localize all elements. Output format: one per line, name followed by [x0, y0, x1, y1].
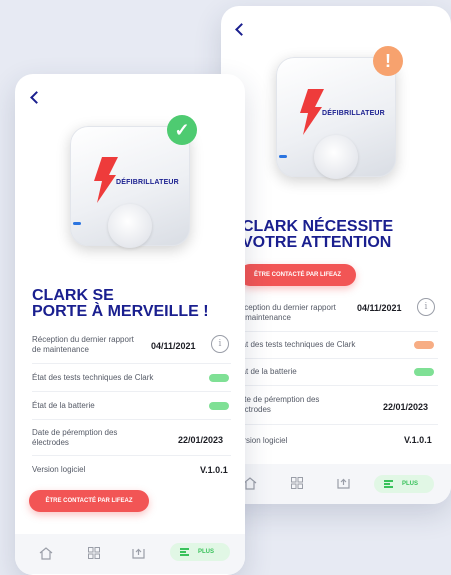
divider [32, 455, 231, 456]
more-label: PLUS [402, 481, 419, 487]
battery-status-ok [414, 368, 434, 376]
headline-line2: VOTRE ATTENTION [242, 234, 392, 251]
home-icon[interactable] [243, 477, 257, 490]
document-arrow-icon[interactable] [132, 546, 145, 559]
contact-lifeaz-button[interactable]: ÊTRE CONTACTÉ PAR LIFEAZ [239, 264, 356, 286]
divider [234, 424, 438, 425]
divider [32, 419, 231, 420]
technical-tests-label: État des tests techniques de Clark [32, 373, 154, 382]
divider [234, 358, 438, 359]
divider [32, 363, 231, 364]
contact-lifeaz-button[interactable]: ÊTRE CONTACTÉ PAR LIFEAZ [29, 490, 149, 512]
lightning-bolt-icon [94, 157, 118, 203]
back-chevron-icon[interactable] [235, 23, 248, 36]
software-version-value: V.1.0.1 [404, 435, 432, 445]
maintenance-report-value: 04/11/2021 [151, 341, 196, 351]
maintenance-report-label: Réception du dernier rapport de maintena… [32, 335, 134, 354]
battery-label: État de la batterie [32, 401, 95, 410]
battery-status-ok [209, 402, 229, 410]
info-icon[interactable]: i [211, 335, 229, 353]
lightning-bolt-icon [300, 89, 324, 135]
divider [234, 331, 438, 332]
device-dial [314, 135, 358, 179]
divider [234, 385, 438, 386]
menu-lines-icon [180, 548, 189, 556]
info-icon[interactable]: i [417, 298, 435, 316]
divider [32, 391, 231, 392]
bottom-navigation: PLUS [15, 534, 245, 574]
software-version-label: Version logiciel [32, 465, 86, 474]
menu-lines-icon [384, 480, 393, 488]
device-label: DÉFIBRILLATEUR [322, 110, 385, 117]
grid-icon[interactable] [88, 547, 100, 559]
more-menu-button[interactable]: PLUS [170, 543, 230, 561]
more-label: PLUS [198, 549, 215, 555]
technical-tests-status-warning [414, 341, 434, 349]
electrodes-expiry-label: Date de péremption des électrodes [234, 395, 320, 414]
headline-line1: CLARK NÉCESSITE [242, 218, 394, 235]
grid-icon[interactable] [291, 477, 303, 489]
back-phone-screen: DÉFIBRILLATEUR ! CLARK NÉCESSITE VOTRE A… [221, 6, 451, 504]
front-phone-screen: DÉFIBRILLATEUR ✓ CLARK SE PORTE À MERVEI… [15, 74, 245, 575]
headline-line1: CLARK SE [32, 287, 114, 304]
technical-tests-label: État des tests techniques de Clark [234, 340, 356, 349]
maintenance-report-value: 04/11/2021 [357, 303, 402, 313]
software-version-label: Version logiciel [234, 436, 288, 445]
home-icon[interactable] [39, 547, 53, 560]
device-label: DÉFIBRILLATEUR [116, 179, 179, 186]
bottom-navigation: PLUS [221, 464, 451, 504]
headline-line2: PORTE À MERVEILLE ! [32, 303, 209, 320]
device-led [279, 155, 287, 158]
more-menu-button[interactable]: PLUS [374, 475, 434, 493]
battery-label: État de la batterie [234, 367, 297, 376]
device-led [73, 222, 81, 225]
electrodes-expiry-label: Date de péremption des électrodes [32, 428, 118, 447]
back-chevron-icon[interactable] [30, 91, 43, 104]
maintenance-report-label: Réception du dernier rapport de maintena… [234, 303, 336, 322]
defibrillator-device-image: DÉFIBRILLATEUR [70, 126, 190, 248]
electrodes-expiry-value: 22/01/2023 [178, 435, 224, 445]
check-badge-icon: ✓ [167, 115, 197, 145]
warning-badge-icon: ! [373, 46, 403, 76]
document-arrow-icon[interactable] [337, 476, 350, 489]
technical-tests-status-ok [209, 374, 229, 382]
electrodes-expiry-value: 22/01/2023 [383, 402, 429, 412]
device-dial [108, 204, 152, 248]
software-version-value: V.1.0.1 [200, 465, 228, 475]
defibrillator-device-image: DÉFIBRILLATEUR [276, 57, 396, 179]
